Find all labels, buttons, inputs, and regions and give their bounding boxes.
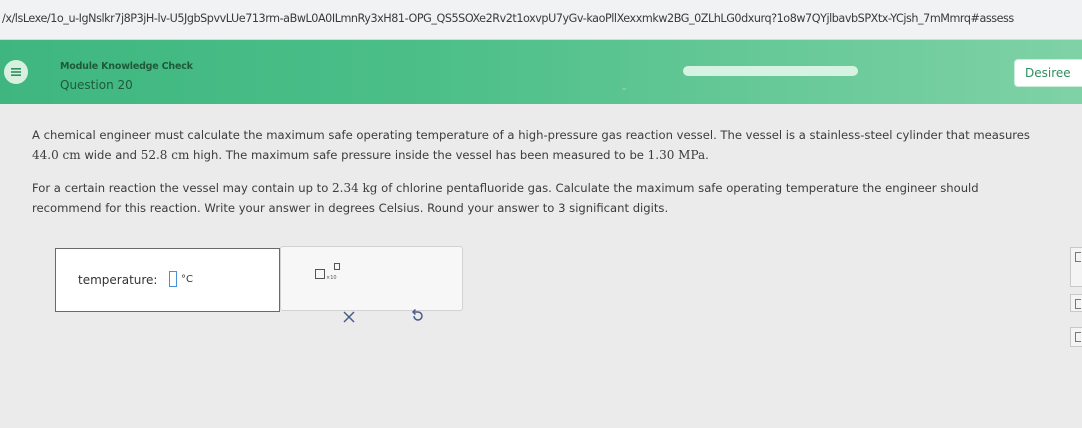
browser-address-bar[interactable]: /x/lsLexe/1o_u-IgNslkr7j8P3jH-lv-U5JgbSp… (0, 0, 1082, 40)
undo-button[interactable] (410, 308, 424, 324)
module-header: Module Knowledge Check Question 20 ⌄ Des… (0, 40, 1082, 104)
question-text: high. The maximum safe pressure inside t… (189, 148, 648, 162)
gas-mass-value: 2.34 kg (332, 181, 378, 195)
pressure-value: 1.30 MPa (647, 148, 706, 162)
url-text[interactable]: /x/lsLexe/1o_u-IgNslkr7j8P3jH-lv-U5JgbSp… (2, 12, 1082, 25)
question-number: Question 20 (60, 78, 133, 92)
answer-tools-panel: ×10 (280, 246, 463, 323)
reference-icon (1075, 332, 1081, 342)
question-paragraph-1: A chemical engineer must calculate the m… (32, 125, 1042, 165)
temperature-input[interactable] (169, 271, 177, 287)
unit-label: °C (181, 274, 193, 285)
user-menu-button[interactable]: Desiree (1014, 59, 1082, 87)
periodic-table-icon (1075, 299, 1081, 309)
exponent-hint-label: ×10 (326, 275, 337, 281)
hamburger-icon (11, 68, 21, 76)
answer-label: temperature: (78, 273, 158, 287)
answer-box: temperature: °C (55, 248, 280, 312)
vessel-width-value: 44.0 cm (32, 148, 81, 162)
scientific-notation-icon: ×10 (315, 263, 340, 281)
question-text: . (705, 148, 709, 162)
progress-fill (683, 66, 858, 76)
progress-bar (683, 66, 858, 76)
scientific-notation-button[interactable]: ×10 (313, 262, 341, 282)
close-icon (343, 311, 355, 323)
side-panel-tab-periodic-table[interactable] (1070, 294, 1082, 312)
clear-button[interactable] (342, 309, 356, 323)
side-panel-tab-calculator[interactable] (1070, 247, 1082, 287)
question-paragraph-2: For a certain reaction the vessel may co… (32, 178, 1042, 218)
question-text: For a certain reaction the vessel may co… (32, 181, 332, 195)
menu-button[interactable] (4, 60, 28, 84)
calculator-icon (1075, 252, 1081, 262)
side-panel-tab-reference[interactable] (1070, 327, 1082, 347)
undo-icon (411, 308, 423, 321)
chevron-down-icon[interactable]: ⌄ (620, 82, 628, 93)
module-title: Module Knowledge Check (60, 61, 193, 72)
question-text: wide and (80, 148, 141, 162)
question-text: A chemical engineer must calculate the m… (32, 128, 1030, 142)
question-content: A chemical engineer must calculate the m… (0, 104, 1082, 428)
vessel-height-value: 52.8 cm (140, 148, 190, 162)
